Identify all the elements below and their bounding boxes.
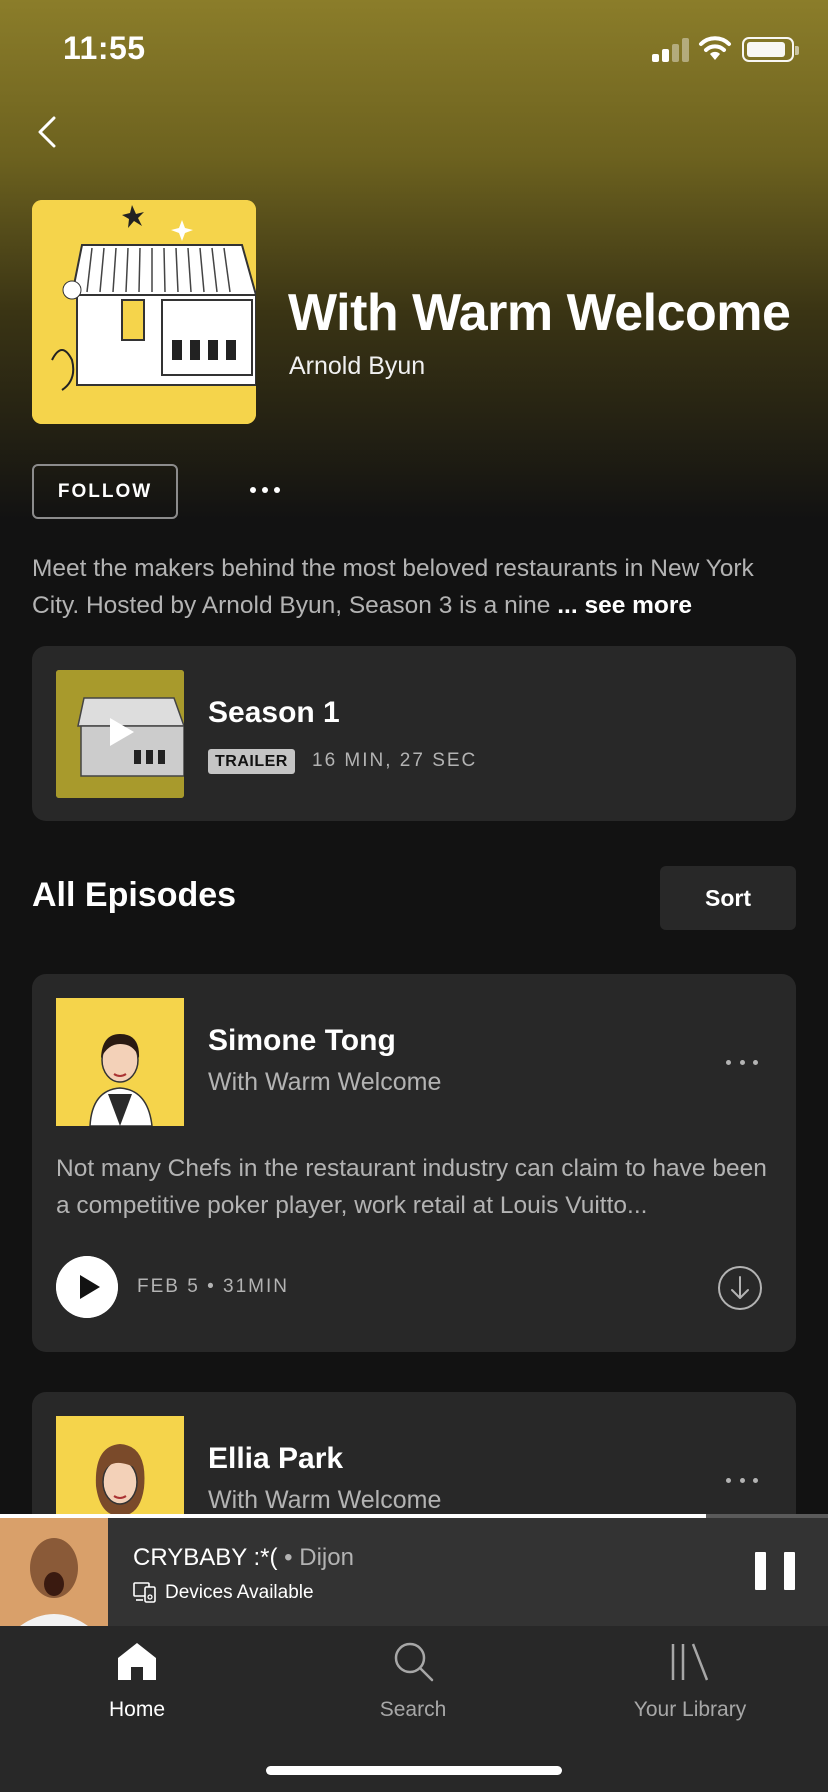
episode-show-name: With Warm Welcome bbox=[208, 1486, 442, 1514]
episode-date-duration: FEB 5 • 31MIN bbox=[137, 1276, 289, 1297]
dot-icon bbox=[262, 487, 268, 493]
tab-home-label: Home bbox=[108, 1698, 166, 1721]
podcast-description: Meet the makers behind the most beloved … bbox=[32, 550, 802, 624]
status-time: 11:55 bbox=[63, 30, 146, 66]
back-button[interactable] bbox=[28, 110, 68, 154]
playback-progress bbox=[0, 1514, 828, 1518]
trailer-badge: TRAILER bbox=[208, 749, 295, 774]
podcast-title: With Warm Welcome bbox=[288, 284, 791, 342]
trailer-thumbnail bbox=[56, 670, 184, 798]
trailer-duration: 16 MIN, 27 SEC bbox=[312, 750, 478, 771]
podcast-cover-art bbox=[32, 200, 256, 424]
follow-button[interactable]: FOLLOW bbox=[32, 464, 178, 519]
episode-description: Not many Chefs in the restaurant industr… bbox=[56, 1155, 767, 1219]
home-icon bbox=[118, 1643, 156, 1680]
track-title: CRYBABY :*( bbox=[133, 1544, 285, 1571]
episode-show-name: With Warm Welcome bbox=[208, 1068, 442, 1096]
episode-more-button[interactable] bbox=[722, 1052, 762, 1072]
sort-button[interactable]: Sort bbox=[660, 866, 796, 930]
dot-icon bbox=[250, 487, 256, 493]
see-more-link[interactable]: ... see more bbox=[557, 592, 692, 619]
devices-icon bbox=[133, 1582, 156, 1603]
dot-icon bbox=[739, 1059, 745, 1065]
podcast-author[interactable]: Arnold Byun bbox=[289, 352, 425, 381]
devices-label: Devices Available bbox=[165, 1582, 314, 1603]
dot-icon bbox=[753, 1477, 758, 1483]
wifi-icon bbox=[699, 36, 731, 60]
trailer-title: Season 1 bbox=[208, 696, 340, 729]
episode-title: Ellia Park bbox=[208, 1442, 344, 1475]
tab-search[interactable]: Search bbox=[323, 1640, 503, 1730]
search-icon bbox=[394, 1642, 434, 1682]
episode-thumbnail bbox=[56, 998, 184, 1126]
play-button[interactable] bbox=[56, 1256, 118, 1318]
episode-more-button[interactable] bbox=[722, 1470, 762, 1490]
bottom-tab-bar: Home Search Your Library bbox=[0, 1626, 828, 1792]
dot-icon bbox=[726, 1059, 731, 1065]
now-playing-bar[interactable]: CRYBABY :*( • Dijon Devices Available bbox=[0, 1514, 828, 1626]
tab-your-library[interactable]: Your Library bbox=[600, 1640, 780, 1730]
dot-icon bbox=[753, 1059, 758, 1065]
more-options-button[interactable] bbox=[240, 470, 290, 510]
dot-icon bbox=[739, 1477, 745, 1483]
tab-your-library-label: Your Library bbox=[633, 1698, 747, 1721]
tab-search-label: Search bbox=[379, 1698, 447, 1721]
episode-card[interactable]: Simone Tong With Warm Welcome Not many C… bbox=[32, 974, 796, 1352]
dot-icon bbox=[726, 1477, 731, 1483]
all-episodes-heading: All Episodes bbox=[32, 876, 237, 914]
now-playing-title: CRYBABY :*( • Dijon bbox=[133, 1544, 354, 1572]
tab-home[interactable]: Home bbox=[47, 1640, 227, 1730]
signal-icon bbox=[652, 38, 690, 62]
episode-title: Simone Tong bbox=[208, 1024, 396, 1057]
home-indicator bbox=[266, 1766, 562, 1775]
library-icon bbox=[671, 1643, 709, 1681]
now-playing-artwork bbox=[0, 1518, 108, 1626]
status-bar: 11:55 bbox=[0, 0, 828, 100]
download-button[interactable] bbox=[717, 1265, 763, 1311]
track-artist: • Dijon bbox=[284, 1544, 354, 1571]
dot-icon bbox=[274, 487, 280, 493]
devices-available-button[interactable]: Devices Available bbox=[133, 1582, 314, 1604]
battery-icon bbox=[742, 37, 799, 62]
trailer-card[interactable]: Season 1 TRAILER 16 MIN, 27 SEC bbox=[32, 646, 796, 821]
pause-button[interactable] bbox=[755, 1552, 795, 1592]
